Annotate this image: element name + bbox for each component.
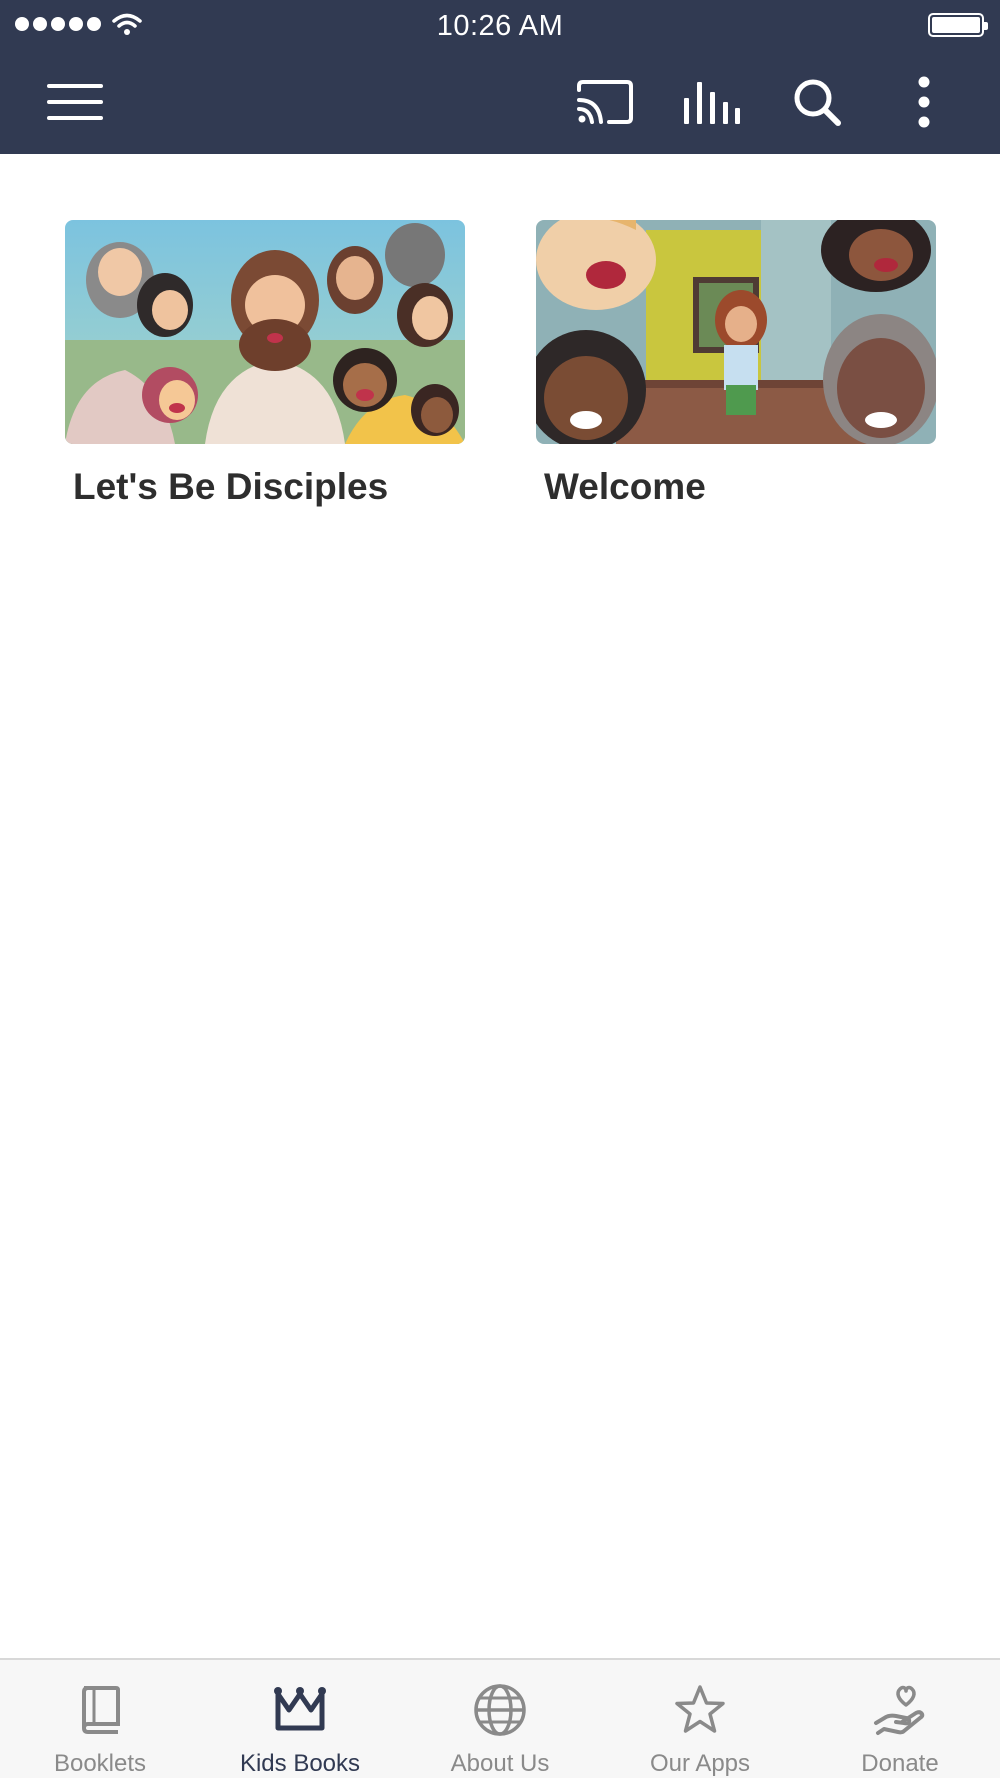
- book-cover-image: [65, 220, 465, 444]
- tab-donate[interactable]: Donate: [800, 1660, 1000, 1778]
- search-button[interactable]: [777, 62, 857, 142]
- book-card-lets-be-disciples[interactable]: Let's Be Disciples: [65, 220, 465, 508]
- tab-booklets[interactable]: Booklets: [0, 1660, 200, 1778]
- status-time: 10:26 AM: [436, 10, 564, 42]
- crown-icon: [270, 1680, 330, 1740]
- tab-our-apps[interactable]: Our Apps: [600, 1660, 800, 1778]
- bottom-tab-bar: Booklets Kids Books About Us Our Apps Do…: [0, 1658, 1000, 1778]
- equalizer-icon: [684, 82, 740, 124]
- cast-button[interactable]: [565, 62, 645, 142]
- battery-icon: [928, 13, 988, 37]
- book-card-welcome[interactable]: Welcome: [536, 220, 936, 508]
- tab-label: About Us: [450, 1750, 550, 1777]
- menu-icon: [47, 84, 103, 120]
- tab-kids-books[interactable]: Kids Books: [200, 1660, 400, 1778]
- more-vertical-icon: [918, 76, 930, 128]
- book-title: Welcome: [544, 466, 706, 507]
- more-options-button[interactable]: [884, 62, 964, 142]
- tab-label: Our Apps: [649, 1750, 751, 1777]
- app-header: 10:26 AM: [0, 0, 1000, 154]
- menu-button[interactable]: [35, 62, 115, 142]
- equalizer-button[interactable]: [671, 62, 751, 142]
- tab-about-us[interactable]: About Us: [400, 1660, 600, 1778]
- tab-label: Booklets: [53, 1750, 147, 1777]
- book-title: Let's Be Disciples: [73, 466, 389, 507]
- search-icon: [794, 79, 841, 126]
- tab-label: Kids Books: [239, 1750, 361, 1777]
- status-bar: 10:26 AM: [0, 0, 1000, 52]
- tab-label: Donate: [861, 1750, 939, 1777]
- book-icon: [70, 1680, 130, 1740]
- donate-heart-hand-icon: [870, 1680, 930, 1740]
- globe-icon: [470, 1680, 530, 1740]
- cast-icon: [577, 80, 633, 124]
- star-icon: [670, 1680, 730, 1740]
- book-cover-image: [536, 220, 936, 444]
